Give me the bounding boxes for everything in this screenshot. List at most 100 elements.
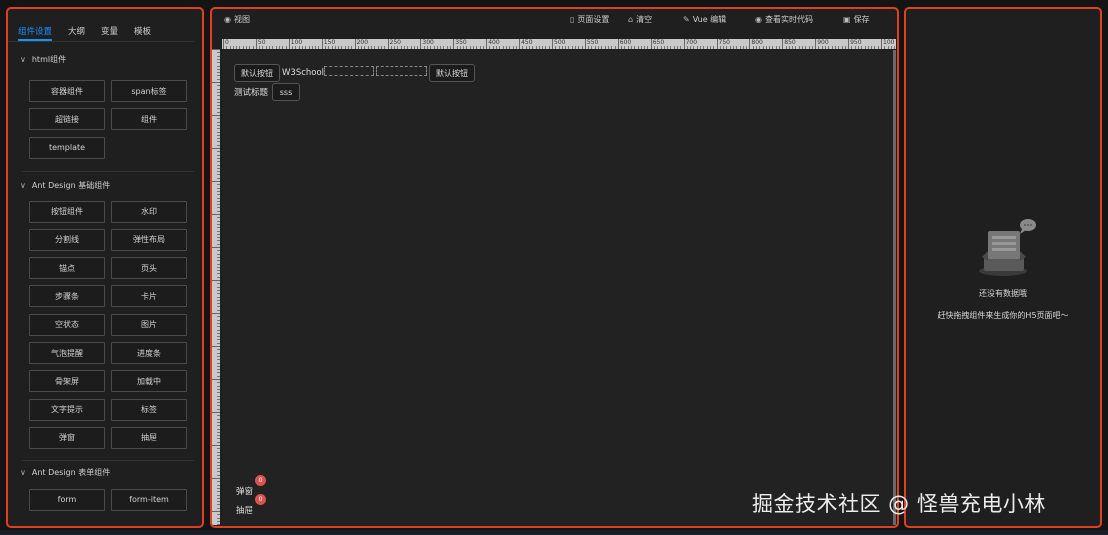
section-header-antd-basic[interactable]: ∨ Ant Design 基础组件 [8, 179, 202, 193]
ruler-label: 900 [817, 39, 829, 46]
ruler-minor-tick [522, 46, 524, 49]
component-button[interactable]: 按钮组件 [29, 200, 105, 223]
component-button[interactable]: 空状态 [29, 313, 105, 336]
tab-component-settings[interactable]: 组件设置 [18, 25, 53, 41]
component-button[interactable]: 标签 [111, 398, 187, 421]
drawer-marker[interactable]: 抽屉 [236, 504, 253, 516]
ruler-minor-tick [217, 468, 220, 470]
ruler-minor-tick [755, 46, 757, 49]
ruler-minor-tick [217, 507, 220, 509]
section-header-antd-form[interactable]: ∨ Ant Design 表单组件 [8, 466, 202, 480]
ruler-minor-tick [719, 46, 721, 49]
eye-icon: ◉ [224, 15, 231, 24]
component-button[interactable]: form [29, 488, 105, 511]
view-button[interactable]: ◉ 视图 [224, 14, 250, 25]
ruler-minor-tick [604, 46, 606, 49]
ruler-minor-tick [696, 46, 698, 49]
ruler-minor-tick [798, 46, 800, 49]
ruler-minor-tick [217, 266, 220, 268]
canvas-default-button-1[interactable]: 默认按钮 [234, 64, 280, 82]
component-button[interactable]: 气泡提醒 [29, 342, 105, 365]
section-header-html[interactable]: ∨ html组件 [8, 52, 202, 66]
tab-outline[interactable]: 大纲 [68, 25, 85, 41]
component-button[interactable]: 分割线 [29, 228, 105, 251]
tab-variables[interactable]: 变量 [101, 25, 118, 41]
ruler-minor-tick [217, 237, 220, 239]
live-code-button[interactable]: ◉ 查看实时代码 [755, 14, 813, 25]
vue-edit-button[interactable]: ✎ Vue 编辑 [683, 14, 726, 25]
vertical-ruler [212, 49, 220, 525]
ruler-label: 800 [751, 39, 763, 46]
canvas-sss-button[interactable]: sss [272, 83, 300, 101]
ruler-minor-tick [217, 326, 220, 328]
ruler-minor-tick [217, 517, 220, 519]
canvas-w3school-link[interactable]: W3School [282, 68, 324, 78]
component-button[interactable]: 页头 [111, 257, 187, 280]
ruler-tick [212, 478, 220, 479]
component-button[interactable]: 抽屉 [111, 426, 187, 449]
ruler-minor-tick [371, 46, 373, 49]
ruler-minor-tick [621, 46, 623, 49]
component-button[interactable]: 文字提示 [29, 398, 105, 421]
ruler-minor-tick [328, 46, 330, 49]
component-button[interactable]: 卡片 [111, 285, 187, 308]
ruler-minor-tick [217, 336, 220, 338]
component-button[interactable]: 进度条 [111, 342, 187, 365]
canvas-placeholder-input[interactable] [324, 66, 374, 76]
ruler-minor-tick [426, 46, 428, 49]
component-button[interactable]: 加载中 [111, 370, 187, 393]
ruler-minor-tick [703, 46, 705, 49]
ruler-minor-tick [374, 46, 376, 49]
ruler-minor-tick [217, 405, 220, 407]
ruler-minor-tick [591, 46, 593, 49]
ruler-minor-tick [558, 46, 560, 49]
component-button[interactable]: 图片 [111, 313, 187, 336]
component-button[interactable]: 骨架屏 [29, 370, 105, 393]
ruler-minor-tick [446, 46, 448, 49]
canvas-default-button-2[interactable]: 默认按钮 [429, 64, 475, 82]
canvas-scrollbar[interactable] [893, 50, 896, 525]
save-button[interactable]: ▣ 保存 [843, 14, 870, 25]
ruler-minor-tick [436, 46, 438, 49]
canvas-placeholder-input[interactable] [376, 66, 427, 76]
ruler-minor-tick [217, 171, 220, 173]
horizontal-ruler: 0 50 100 150 200 250 300 350 400 450 500 550 600 650 7… [222, 39, 896, 49]
ruler-minor-tick [611, 46, 613, 49]
ruler-minor-tick [680, 46, 682, 49]
page-settings-button[interactable]: ▯ 页面设置 [570, 14, 609, 25]
ruler-minor-tick [535, 46, 537, 49]
component-button[interactable]: 容器组件 [29, 80, 105, 102]
ruler-minor-tick [538, 46, 540, 49]
design-canvas[interactable]: 默认按钮 W3School 默认按钮 测试标题 sss 弹窗 0 抽屉 0 [222, 50, 893, 525]
ruler-minor-tick [217, 382, 220, 384]
ruler-minor-tick [217, 319, 220, 321]
clear-button[interactable]: ⌂ 清空 [628, 14, 652, 25]
ruler-minor-tick [217, 260, 220, 262]
ruler-minor-tick [795, 46, 797, 49]
tab-templates[interactable]: 模板 [134, 25, 151, 41]
component-button[interactable]: 弹性布局 [111, 228, 187, 251]
ruler-minor-tick [217, 481, 220, 483]
ruler-minor-tick [308, 46, 310, 49]
ruler-minor-tick [732, 46, 734, 49]
ruler-minor-tick [217, 65, 220, 67]
ruler-minor-tick [532, 46, 534, 49]
component-button[interactable]: template [29, 136, 105, 159]
ruler-minor-tick [217, 124, 220, 126]
component-button[interactable]: 超链接 [29, 108, 105, 131]
ruler-minor-tick [357, 46, 359, 49]
ruler-minor-tick [397, 46, 399, 49]
component-button[interactable]: 弹窗 [29, 426, 105, 449]
component-button[interactable]: span标签 [111, 80, 187, 102]
ruler-minor-tick [394, 46, 396, 49]
ruler-minor-tick [217, 303, 220, 305]
component-button[interactable]: 组件 [111, 108, 187, 131]
component-button[interactable]: 锚点 [29, 257, 105, 280]
ruler-label: 300 [422, 39, 434, 46]
modal-marker[interactable]: 弹窗 [236, 485, 253, 497]
component-button[interactable]: 步骤条 [29, 285, 105, 308]
ruler-minor-tick [887, 46, 889, 49]
component-button[interactable]: 水印 [111, 200, 187, 223]
component-button[interactable]: form-item [111, 488, 187, 511]
ruler-minor-tick [410, 46, 412, 49]
